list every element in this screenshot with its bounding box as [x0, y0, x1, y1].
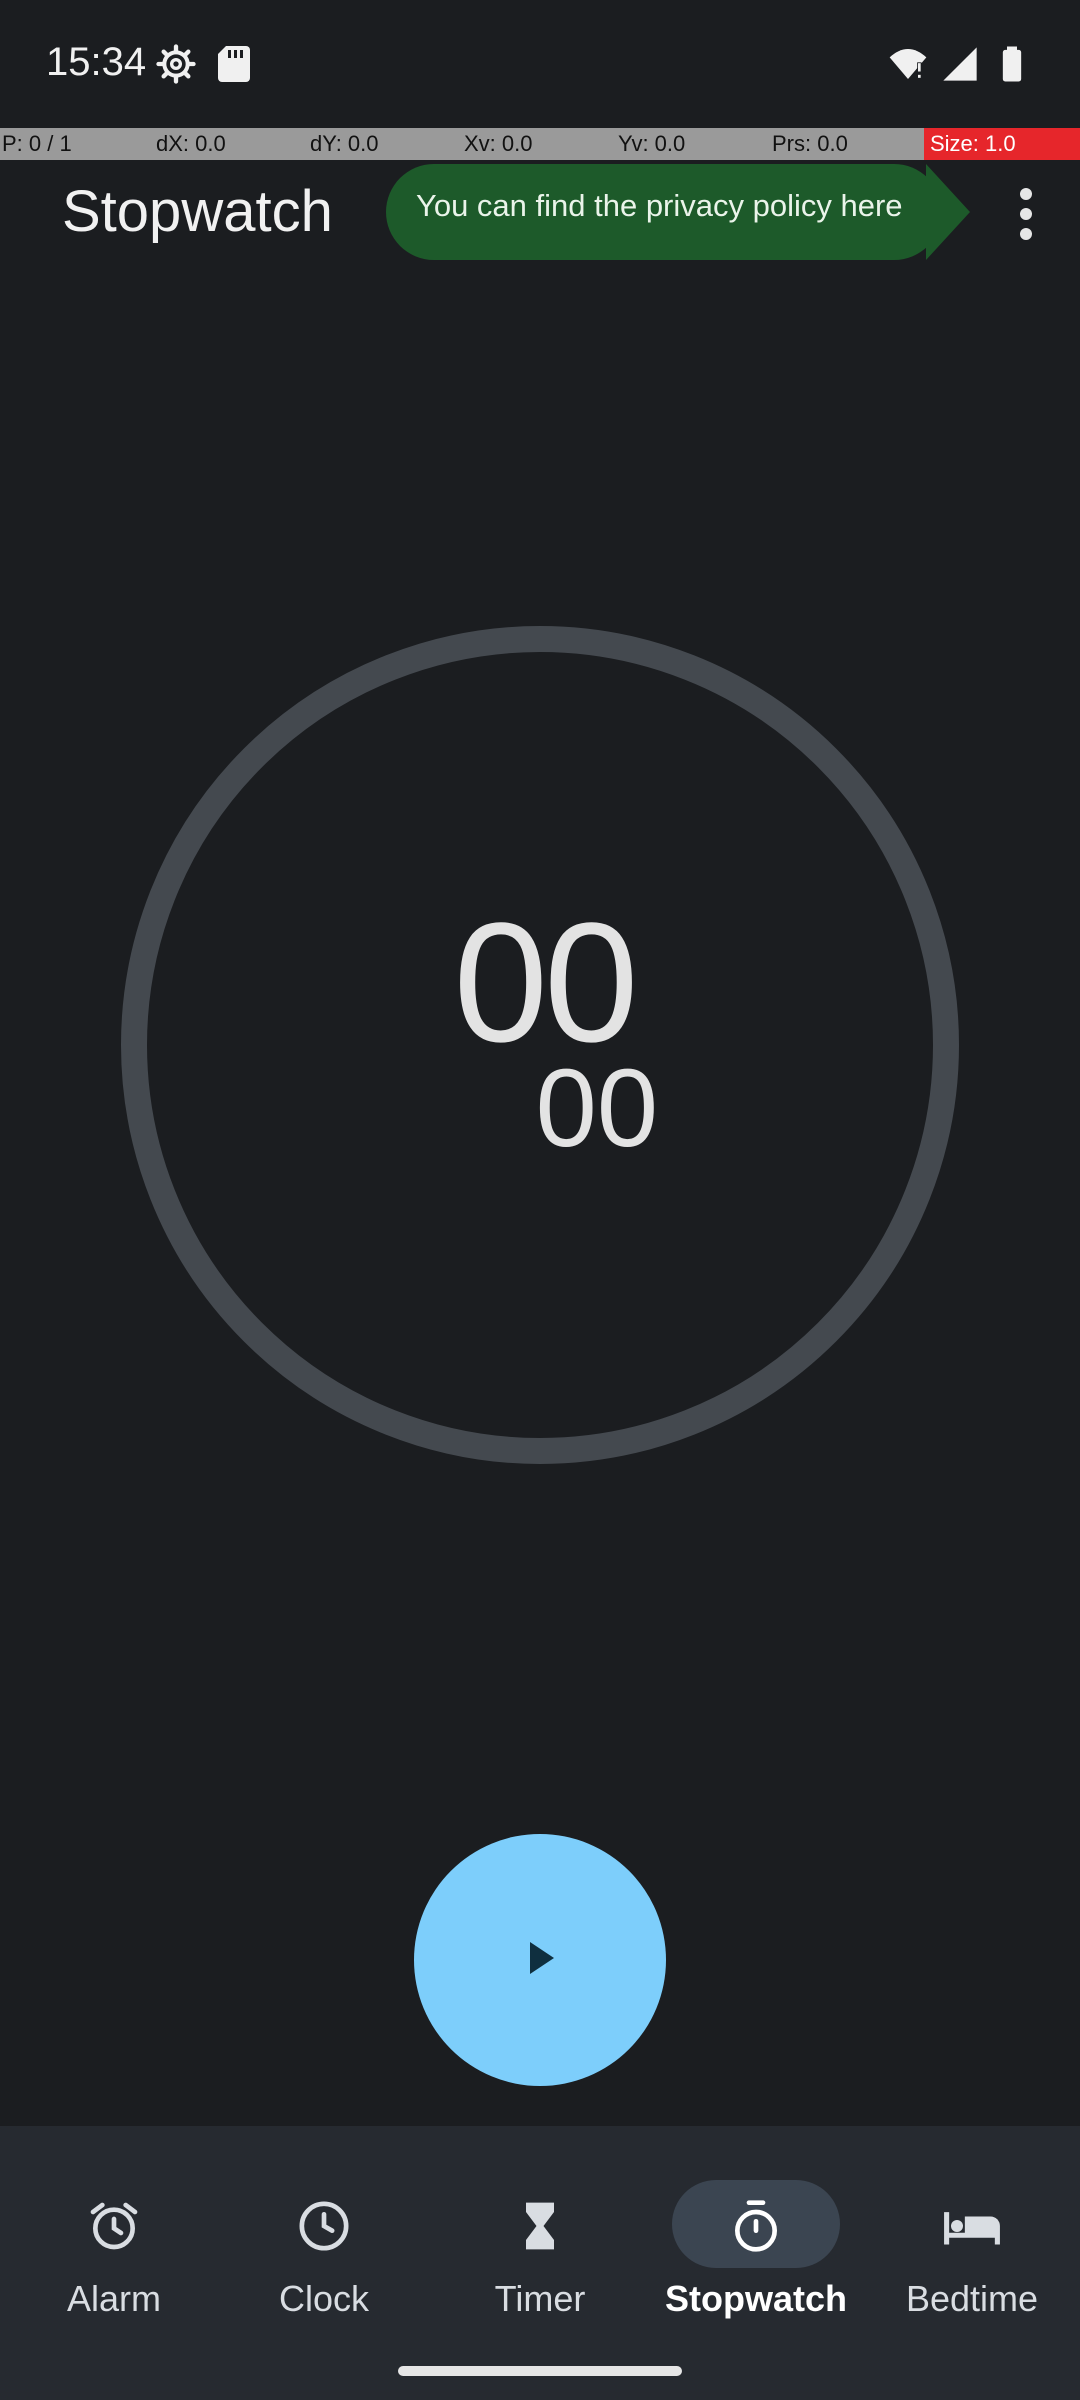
wifi-alert-icon — [888, 44, 928, 84]
time-seconds: 00 — [453, 888, 638, 1078]
pointer-count: P: 0 / 1 — [2, 131, 72, 156]
nav-item-bedtime[interactable]: Bedtime — [864, 2146, 1080, 2346]
pointer-size: Size: 1.0 — [924, 128, 1080, 160]
start-button[interactable] — [414, 1834, 666, 2086]
cell-signal-icon — [940, 44, 980, 84]
nav-label: Alarm — [66, 2278, 161, 2319]
pointer-location-bar: P: 0 / 1 dX: 0.0 dY: 0.0 Xv: 0.0 Yv: 0.0… — [0, 128, 1080, 160]
tooltip-text: You can find the privacy policy here — [416, 188, 903, 223]
play-icon — [520, 1938, 560, 1983]
page-title: Stopwatch — [62, 179, 333, 244]
stopwatch-time-display: 00 00 — [420, 898, 668, 1178]
nav-item-stopwatch[interactable]: Stopwatch — [648, 2146, 864, 2346]
clock-icon — [292, 2194, 356, 2258]
overflow-menu-button[interactable] — [990, 172, 1062, 260]
pointer-yv: Yv: 0.0 — [618, 131, 686, 156]
nav-label: Stopwatch — [664, 2278, 847, 2319]
nav-item-clock[interactable]: Clock — [216, 2146, 432, 2346]
status-bar: 15:34 — [0, 0, 1080, 128]
more-vert-icon — [1016, 184, 1036, 249]
status-time: 15:34 — [46, 40, 147, 84]
gear-icon — [156, 44, 196, 84]
hourglass-icon — [508, 2194, 572, 2258]
nav-item-alarm[interactable]: Alarm — [6, 2146, 222, 2346]
sd-card-icon — [216, 44, 252, 84]
stopwatch-icon — [724, 2194, 788, 2258]
alarm-icon — [82, 2194, 146, 2258]
home-indicator[interactable] — [398, 2366, 682, 2376]
privacy-tooltip[interactable]: You can find the privacy policy here — [386, 158, 970, 266]
time-hundredths: 00 — [535, 1047, 658, 1170]
pointer-dx: dX: 0.0 — [156, 131, 226, 156]
nav-label: Timer — [494, 2278, 586, 2319]
nav-item-timer[interactable]: Timer — [432, 2146, 648, 2346]
pointer-pressure: Prs: 0.0 — [772, 131, 848, 156]
pointer-dy: dY: 0.0 — [310, 131, 379, 156]
bottom-navigation: Alarm Clock Timer Stopwatch Bedtime — [0, 2126, 1080, 2400]
pointer-xv: Xv: 0.0 — [464, 131, 533, 156]
battery-icon — [992, 44, 1032, 84]
nav-label: Bedtime — [905, 2278, 1039, 2319]
nav-label: Clock — [278, 2278, 370, 2319]
status-right-icons — [888, 44, 1032, 84]
bed-icon — [940, 2194, 1004, 2258]
